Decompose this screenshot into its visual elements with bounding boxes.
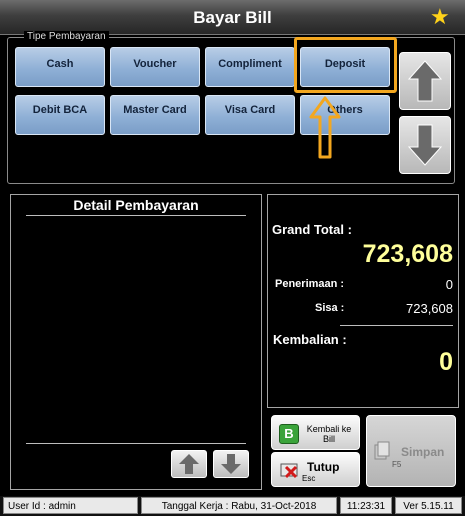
simpan-button[interactable]: Simpan F5: [366, 415, 456, 487]
star-icon[interactable]: ★: [430, 6, 452, 28]
sisa-label: Sisa :: [315, 302, 345, 314]
detail-pembayaran-panel: [10, 194, 262, 490]
close-icon: [280, 463, 298, 479]
bill-green-icon: B: [279, 424, 299, 444]
detail-scroll-down-button[interactable]: [213, 450, 249, 478]
tutup-button[interactable]: Tutup Esc: [271, 452, 360, 487]
window-title: Bayar Bill: [193, 8, 272, 27]
penerimaan-label: Penerimaan :: [275, 278, 345, 290]
scroll-down-button[interactable]: [399, 116, 451, 174]
totals-divider: [340, 325, 453, 326]
payment-type-legend: Tipe Pembayaran: [24, 31, 109, 42]
payment-visa-card-button[interactable]: Visa Card: [205, 95, 295, 135]
sisa-value: 723,608: [406, 301, 453, 316]
arrow-down-icon: [221, 454, 241, 474]
simpan-shortcut: F5: [392, 460, 402, 469]
payment-voucher-button[interactable]: Voucher: [110, 47, 200, 87]
deposit-highlight-box: [294, 37, 397, 93]
detail-divider: [26, 443, 246, 444]
payment-compliment-button[interactable]: Compliment: [205, 47, 295, 87]
tutup-shortcut: Esc: [302, 474, 316, 483]
payment-debit-bca-button[interactable]: Debit BCA: [15, 95, 105, 135]
status-version: Ver 5.15.11: [395, 497, 462, 514]
status-time: 11:23:31: [340, 497, 392, 514]
arrow-down-icon: [407, 124, 443, 166]
tutup-label: Tutup: [307, 460, 340, 474]
arrow-up-annotation-icon: [309, 96, 341, 159]
grand-total-value: 723,608: [362, 240, 453, 268]
status-user: User Id : admin: [3, 497, 138, 514]
payment-master-card-button[interactable]: Master Card: [110, 95, 200, 135]
kembalian-value: 0: [439, 348, 453, 376]
save-icon: [374, 441, 390, 460]
kembali-ke-bill-label: Kembali ke Bill: [306, 424, 352, 444]
detail-pembayaran-title: Detail Pembayaran: [26, 197, 246, 216]
penerimaan-value: 0: [445, 277, 453, 292]
arrow-up-icon: [407, 60, 443, 102]
kembali-ke-bill-button[interactable]: B Kembali ke Bill: [271, 415, 360, 450]
status-tanggal-kerja: Tanggal Kerja : Rabu, 31-Oct-2018: [141, 497, 337, 514]
scroll-up-button[interactable]: [399, 52, 451, 110]
detail-scroll-up-button[interactable]: [171, 450, 207, 478]
arrow-up-icon: [179, 454, 199, 474]
grand-total-label: Grand Total :: [272, 222, 352, 237]
simpan-label: Simpan: [401, 445, 445, 459]
kembalian-label: Kembalian :: [273, 332, 347, 347]
payment-cash-button[interactable]: Cash: [15, 47, 105, 87]
